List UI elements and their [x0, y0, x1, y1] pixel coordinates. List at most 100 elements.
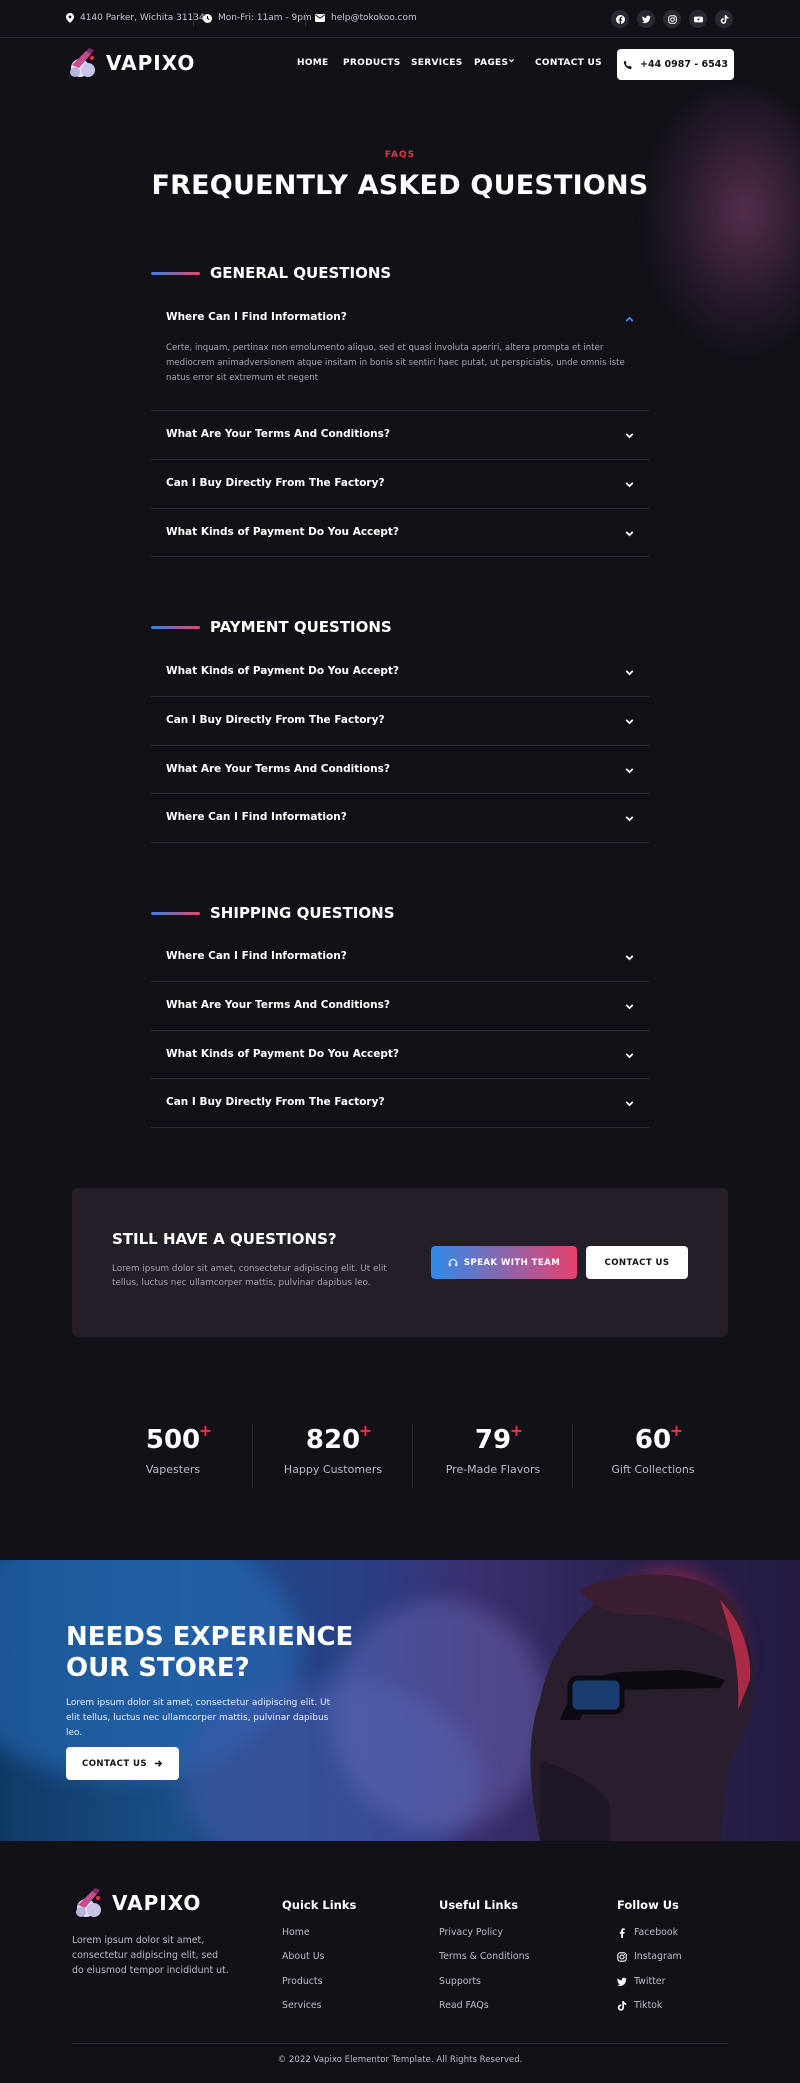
- section-title-general: GENERAL QUESTIONS: [151, 264, 391, 282]
- stat-value: 60 +: [635, 1421, 683, 1455]
- headset-icon: [448, 1258, 458, 1266]
- top-bar: 4140 Parker, Wichita 31134 Mon-Fri: 11am…: [0, 0, 800, 38]
- faq-question[interactable]: What Are Your Terms And Conditions?: [166, 763, 390, 775]
- chevron-down-icon[interactable]: [624, 1094, 635, 1107]
- section-title-text: SHIPPING QUESTIONS: [210, 904, 395, 922]
- faq-item[interactable]: Can I Buy Directly From The Factory?: [151, 460, 649, 509]
- section-title-shipping: SHIPPING QUESTIONS: [151, 904, 395, 922]
- nav-pages-label: PAGES: [474, 58, 509, 68]
- faq-question[interactable]: What Are Your Terms And Conditions?: [166, 428, 390, 440]
- footer-link-terms[interactable]: Terms & Conditions: [439, 1951, 530, 1962]
- nav-home[interactable]: HOME: [297, 58, 329, 68]
- chevron-down-icon[interactable]: [624, 997, 635, 1010]
- page-title: FREQUENTLY ASKED QUESTIONS: [151, 170, 649, 201]
- footer-logo[interactable]: VAPIXO: [72, 1886, 201, 1920]
- faq-question[interactable]: Where Can I Find Information?: [166, 311, 347, 323]
- faq-question[interactable]: What Kinds of Payment Do You Accept?: [166, 1048, 399, 1060]
- mail-icon: [315, 14, 325, 22]
- faq-question[interactable]: Can I Buy Directly From The Factory?: [166, 714, 385, 726]
- footer-link-products[interactable]: Products: [282, 1976, 322, 1987]
- instagram-label: Instagram: [634, 1951, 682, 1962]
- nav-products[interactable]: PRODUCTS: [343, 58, 401, 68]
- faq-item[interactable]: Can I Buy Directly From The Factory?: [151, 1079, 649, 1128]
- faq-item[interactable]: What Kinds of Payment Do You Accept?: [151, 1031, 649, 1079]
- useful-links-title: Useful Links: [439, 1898, 519, 1912]
- chevron-down-icon[interactable]: [624, 712, 635, 725]
- chevron-up-icon[interactable]: [624, 310, 635, 322]
- faq-item[interactable]: Can I Buy Directly From The Factory?: [151, 697, 649, 746]
- footer-link-home[interactable]: Home: [282, 1927, 310, 1938]
- footer-link-privacy[interactable]: Privacy Policy: [439, 1927, 503, 1938]
- youtube-icon[interactable]: [689, 10, 707, 28]
- stat-suffix: +: [669, 1421, 684, 1440]
- banner-contact-button[interactable]: CONTACT US: [66, 1747, 179, 1780]
- nav-pages[interactable]: PAGES: [474, 58, 508, 68]
- speak-with-team-button[interactable]: SPEAK WITH TEAM: [431, 1246, 577, 1279]
- chevron-down-icon[interactable]: [624, 524, 635, 537]
- stat-item: 500 + Vapesters: [93, 1421, 253, 1476]
- faq-question[interactable]: What Are Your Terms And Conditions?: [166, 999, 390, 1011]
- twitter-icon[interactable]: [637, 10, 655, 28]
- stat-suffix: +: [509, 1421, 524, 1440]
- faq-item[interactable]: Where Can I Find Information?: [151, 794, 649, 843]
- chevron-down-icon[interactable]: [624, 663, 635, 676]
- stat-label: Vapesters: [145, 1463, 201, 1476]
- faq-answer: Certe, inquam, pertinax non emolumento a…: [166, 343, 625, 383]
- stat-suffix: +: [358, 1421, 373, 1440]
- smoke-decoration: [640, 90, 800, 360]
- nav-services[interactable]: SERVICES: [411, 58, 463, 68]
- chevron-down-icon[interactable]: [624, 948, 635, 961]
- arrow-right-icon: [154, 1760, 163, 1767]
- tiktok-icon[interactable]: [715, 10, 733, 28]
- email-text[interactable]: help@tokokoo.com: [331, 13, 417, 23]
- faq-item[interactable]: What Are Your Terms And Conditions?: [151, 411, 649, 460]
- chevron-down-icon[interactable]: [624, 1046, 635, 1059]
- faq-item[interactable]: Where Can I Find Information?: [151, 933, 649, 982]
- faq-question[interactable]: Can I Buy Directly From The Factory?: [166, 477, 385, 489]
- tiktok-icon: [617, 2000, 627, 2011]
- footer-social-tiktok[interactable]: Tiktok: [617, 2000, 662, 2011]
- instagram-icon: [617, 1951, 627, 1962]
- faq-item[interactable]: Where Can I Find Information? Certe, inq…: [151, 293, 649, 411]
- contact-us-button[interactable]: CONTACT US: [586, 1246, 688, 1279]
- section-accent-line: [151, 911, 200, 915]
- footer-link-about[interactable]: About Us: [282, 1951, 324, 1962]
- faq-item[interactable]: What Kinds of Payment Do You Accept?: [151, 509, 649, 557]
- footer-link-services[interactable]: Services: [282, 2000, 322, 2011]
- faq-question[interactable]: What Kinds of Payment Do You Accept?: [166, 665, 399, 677]
- banner-title: NEEDS EXPERIENCE OUR STORE?: [66, 1622, 366, 1684]
- address: 4140 Parker, Wichita 31134: [66, 13, 205, 23]
- faq-item[interactable]: What Are Your Terms And Conditions?: [151, 982, 649, 1031]
- facebook-icon: [619, 1927, 625, 1938]
- facebook-label: Facebook: [634, 1927, 679, 1938]
- stat-value: 820 +: [306, 1421, 372, 1455]
- contact-cta-card: STILL HAVE A QUESTIONS? Lorem ipsum dolo…: [72, 1188, 728, 1337]
- phone-button[interactable]: +44 0987 - 6543: [617, 49, 734, 80]
- banner-text: Lorem ipsum dolor sit amet, consectetur …: [66, 1698, 331, 1738]
- footer-social-facebook[interactable]: Facebook: [617, 1927, 678, 1938]
- footer-link-supports[interactable]: Supports: [439, 1976, 481, 1987]
- chevron-down-icon[interactable]: [624, 809, 635, 822]
- footer-divider: [72, 2043, 728, 2044]
- footer-social-instagram[interactable]: Instagram: [617, 1951, 682, 1962]
- email[interactable]: help@tokokoo.com: [315, 13, 417, 23]
- hours-text: Mon-Fri: 11am - 9pm: [218, 13, 312, 23]
- logo[interactable]: VAPIXO: [66, 46, 195, 80]
- faq-item[interactable]: What Kinds of Payment Do You Accept?: [151, 648, 649, 697]
- faq-question[interactable]: Where Can I Find Information?: [166, 950, 347, 962]
- footer-social-twitter[interactable]: Twitter: [617, 1976, 665, 1987]
- chevron-down-icon[interactable]: [624, 475, 635, 488]
- clock-icon: [203, 13, 212, 23]
- instagram-icon[interactable]: [663, 10, 681, 28]
- section-title-text: GENERAL QUESTIONS: [210, 264, 392, 282]
- faq-question[interactable]: Can I Buy Directly From The Factory?: [166, 1096, 385, 1108]
- stat-number: 79: [474, 1425, 512, 1455]
- facebook-icon[interactable]: [611, 10, 629, 28]
- chevron-down-icon[interactable]: [624, 426, 635, 439]
- nav-contact[interactable]: CONTACT US: [535, 58, 602, 68]
- faq-question[interactable]: What Kinds of Payment Do You Accept?: [166, 526, 399, 538]
- faq-question[interactable]: Where Can I Find Information?: [166, 811, 347, 823]
- footer-link-faqs[interactable]: Read FAQs: [439, 2000, 489, 2011]
- chevron-down-icon[interactable]: [624, 761, 635, 774]
- faq-item[interactable]: What Are Your Terms And Conditions?: [151, 746, 649, 794]
